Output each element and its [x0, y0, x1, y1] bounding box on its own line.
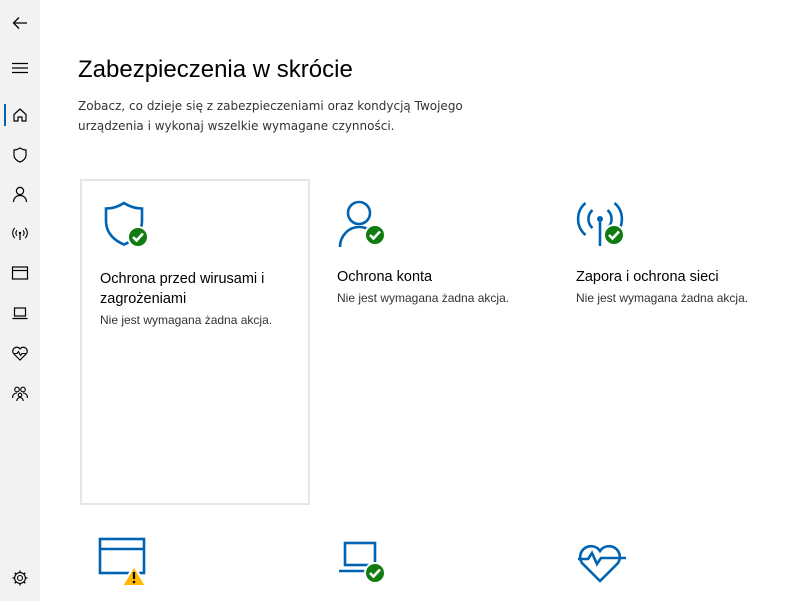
app-browser-warning-icon: [98, 537, 147, 587]
shield-check-icon: [104, 201, 149, 248]
tile-firewall-protection[interactable]: Zapora i ochrona sieci Nie jest wymagana…: [558, 179, 788, 505]
wireless-antenna-icon: [12, 227, 28, 240]
settings-button[interactable]: [0, 560, 40, 596]
heart-pulse-icon: [12, 346, 28, 361]
hamburger-menu-icon: [12, 62, 28, 74]
sidebar-item-app-browser[interactable]: [0, 255, 40, 291]
shield-icon: [13, 147, 27, 163]
sidebar-item-account[interactable]: [0, 176, 40, 212]
page-title: Zabezpieczenia w skrócie: [78, 56, 353, 83]
tile-account-protection[interactable]: Ochrona konta Nie jest wymagana żadna ak…: [319, 179, 549, 505]
tile-status: Nie jest wymagana żadna akcja.: [337, 291, 510, 305]
sidebar-item-device-health[interactable]: [0, 335, 40, 371]
back-arrow-icon: [12, 17, 27, 29]
menu-button[interactable]: [0, 50, 40, 86]
browser-window-icon: [11, 266, 29, 280]
tile-device-health[interactable]: [558, 511, 788, 601]
tile-status: Nie jest wymagana żadna akcja.: [576, 291, 749, 305]
back-button[interactable]: [0, 5, 40, 41]
tile-virus-protection[interactable]: Ochrona przed wirusami i zagrożeniami Ni…: [80, 179, 310, 505]
device-health-icon: [578, 544, 626, 583]
device-security-check-icon: [339, 541, 386, 584]
tile-title: Ochrona konta: [337, 269, 433, 285]
gear-icon: [12, 570, 28, 586]
laptop-icon: [12, 307, 28, 320]
tile-app-browser-control[interactable]: [80, 511, 310, 601]
home-icon: [13, 108, 27, 122]
sidebar-item-family-options[interactable]: [0, 375, 40, 411]
tile-device-security[interactable]: [319, 511, 549, 601]
family-icon: [11, 386, 29, 402]
main-content: Zabezpieczenia w skrócie Zobacz, co dzie…: [40, 0, 788, 601]
antenna-check-icon: [576, 202, 625, 246]
sidebar-item-home[interactable]: [0, 97, 40, 133]
sidebar-item-virus-protection[interactable]: [0, 137, 40, 173]
sidebar-item-device-security[interactable]: [0, 295, 40, 331]
person-icon: [12, 186, 28, 203]
tile-title: Zapora i ochrona sieci: [576, 269, 719, 285]
sidebar: [0, 0, 40, 601]
tile-title: Ochrona przed wirusami i zagrożeniami: [100, 271, 265, 307]
tile-status: Nie jest wymagana żadna akcja.: [100, 313, 273, 327]
page-description: Zobacz, co dzieje się z zabezpieczeniami…: [78, 99, 463, 133]
account-check-icon: [338, 200, 386, 248]
sidebar-item-firewall[interactable]: [0, 216, 40, 252]
